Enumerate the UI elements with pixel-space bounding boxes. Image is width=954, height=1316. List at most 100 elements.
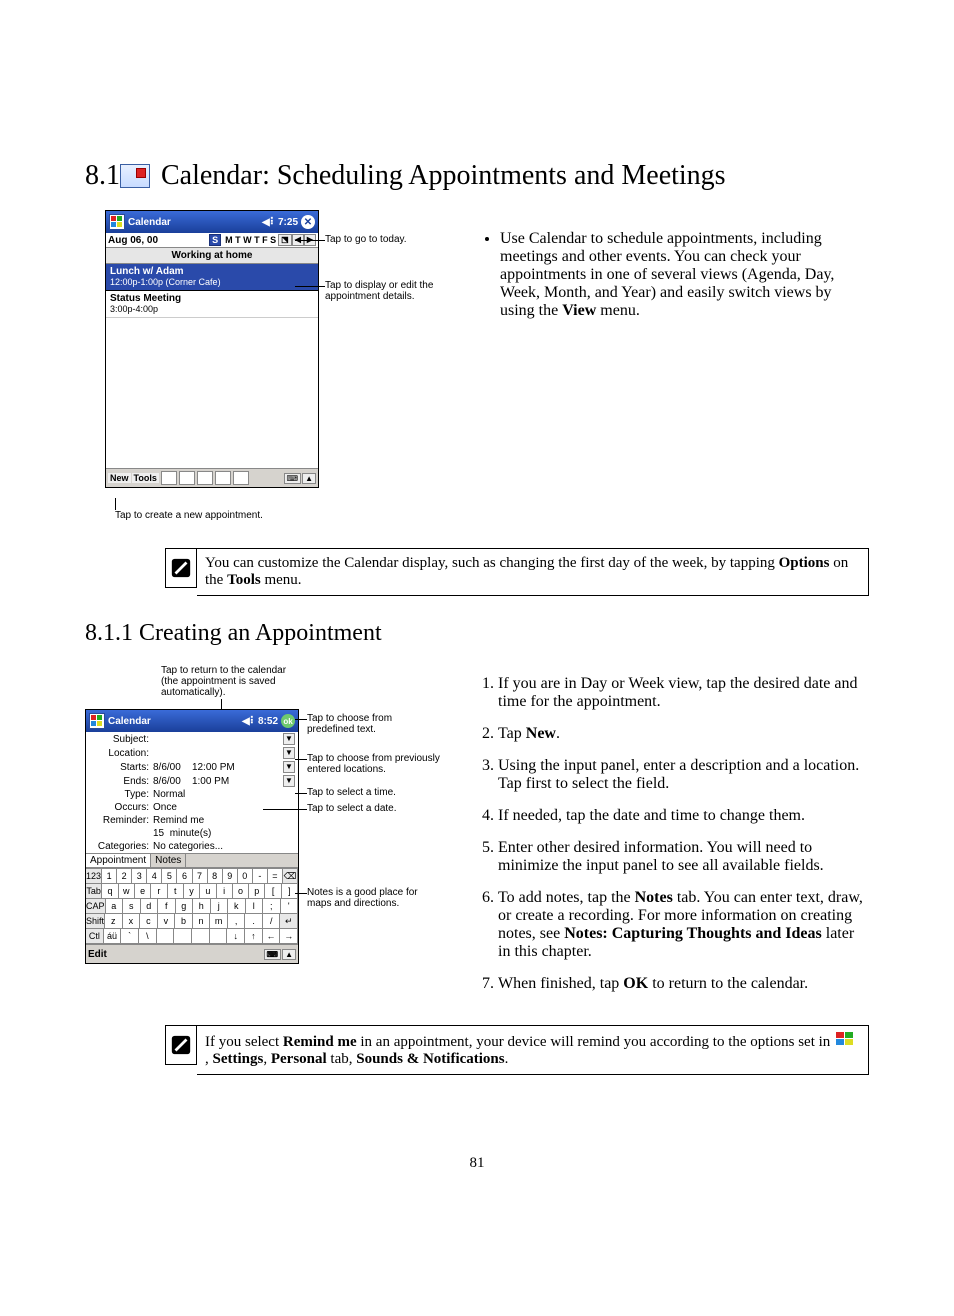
sip-icon[interactable]: ⌨ — [284, 473, 302, 484]
menu-up-icon[interactable]: ▲ — [282, 949, 296, 960]
key[interactable] — [174, 929, 192, 944]
key[interactable]: v — [158, 914, 176, 929]
key[interactable]: c — [140, 914, 158, 929]
dropdown-icon[interactable]: ▼ — [283, 747, 295, 759]
soft-keyboard[interactable]: 1231234567890-=⌫ Tabqwertyuiop[] CAPasdf… — [86, 868, 298, 944]
new-button[interactable]: New — [108, 473, 131, 483]
current-date[interactable]: Aug 06, 00 — [108, 235, 158, 246]
key[interactable]: 9 — [223, 869, 238, 884]
key[interactable]: 4 — [147, 869, 162, 884]
allday-banner[interactable]: Working at home — [106, 248, 318, 264]
ends-date[interactable]: 8/6/00 — [153, 776, 181, 787]
key[interactable]: a — [106, 899, 124, 914]
key[interactable]: / — [263, 914, 281, 929]
dropdown-icon[interactable]: ▼ — [283, 761, 295, 773]
key[interactable]: . — [245, 914, 263, 929]
key[interactable]: áü — [104, 929, 122, 944]
reminder-field[interactable]: Remind me — [153, 815, 295, 826]
dropdown-icon[interactable]: ▼ — [283, 775, 295, 787]
key[interactable]: Shift — [86, 914, 105, 929]
key[interactable]: ' — [281, 899, 299, 914]
key[interactable]: u — [200, 884, 216, 899]
view-day-icon[interactable] — [179, 471, 195, 485]
key[interactable]: d — [141, 899, 159, 914]
key[interactable]: g — [176, 899, 194, 914]
view-month-icon[interactable] — [215, 471, 231, 485]
key[interactable]: 5 — [162, 869, 177, 884]
appointment-item[interactable]: Status Meeting 3:00p-4:00p — [106, 291, 318, 318]
ends-time[interactable]: 1:00 PM — [192, 776, 229, 787]
key[interactable]: m — [210, 914, 228, 929]
key[interactable]: ⌫ — [283, 869, 298, 884]
menu-up-icon[interactable]: ▲ — [302, 473, 316, 484]
key[interactable]: \ — [139, 929, 157, 944]
key[interactable]: e — [135, 884, 151, 899]
view-week-icon[interactable] — [197, 471, 213, 485]
key[interactable]: 2 — [117, 869, 132, 884]
key[interactable]: 6 — [177, 869, 192, 884]
key[interactable]: y — [184, 884, 200, 899]
key[interactable]: j — [211, 899, 229, 914]
key[interactable]: Ctl — [86, 929, 104, 944]
key[interactable]: ↑ — [245, 929, 263, 944]
key[interactable] — [192, 929, 210, 944]
sip-icon[interactable]: ⌨ — [264, 949, 282, 960]
appointment-item[interactable]: Lunch w/ Adam 12:00p-1:00p (Corner Cafe) — [106, 264, 318, 291]
key[interactable]: q — [102, 884, 118, 899]
key[interactable]: 1 — [102, 869, 117, 884]
tab-notes[interactable]: Notes — [151, 854, 186, 867]
key[interactable]: = — [268, 869, 283, 884]
key[interactable] — [210, 929, 228, 944]
key[interactable]: n — [193, 914, 211, 929]
key[interactable]: Tab — [86, 884, 102, 899]
view-agenda-icon[interactable] — [161, 471, 177, 485]
key[interactable]: f — [158, 899, 176, 914]
key[interactable]: 7 — [193, 869, 208, 884]
key[interactable]: p — [249, 884, 265, 899]
key[interactable]: [ — [265, 884, 281, 899]
key[interactable]: ] — [282, 884, 298, 899]
key[interactable]: ↵ — [280, 914, 298, 929]
key[interactable]: b — [175, 914, 193, 929]
key[interactable]: s — [123, 899, 141, 914]
occurs-field[interactable]: Once — [153, 802, 295, 813]
key[interactable]: → — [280, 929, 298, 944]
key[interactable]: 0 — [238, 869, 253, 884]
ok-icon[interactable]: ok — [281, 714, 295, 728]
categories-field[interactable]: No categories... — [153, 841, 295, 852]
dropdown-icon[interactable]: ▼ — [283, 733, 295, 745]
reminder-minutes[interactable]: 15 minute(s) — [153, 828, 295, 839]
key[interactable]: ` — [121, 929, 139, 944]
key[interactable]: t — [168, 884, 184, 899]
view-year-icon[interactable] — [233, 471, 249, 485]
key[interactable]: , — [228, 914, 246, 929]
type-field[interactable]: Normal — [153, 789, 295, 800]
key[interactable]: z — [105, 914, 123, 929]
close-icon[interactable]: ✕ — [301, 215, 315, 229]
key[interactable]: x — [123, 914, 141, 929]
key[interactable]: 8 — [208, 869, 223, 884]
today-button[interactable]: ⬔ — [278, 234, 292, 246]
key[interactable]: w — [119, 884, 135, 899]
dow-selected[interactable]: S — [209, 234, 221, 246]
key[interactable]: i — [217, 884, 233, 899]
key[interactable]: ← — [263, 929, 281, 944]
key[interactable]: 123 — [86, 869, 102, 884]
key[interactable]: o — [233, 884, 249, 899]
starts-time[interactable]: 12:00 PM — [192, 762, 235, 773]
key[interactable]: 3 — [132, 869, 147, 884]
key[interactable]: CAP — [86, 899, 106, 914]
dow-rest[interactable]: M T W T F S — [225, 235, 276, 245]
key[interactable] — [157, 929, 175, 944]
starts-date[interactable]: 8/6/00 — [153, 762, 181, 773]
key[interactable]: r — [151, 884, 167, 899]
key[interactable]: - — [253, 869, 268, 884]
edit-button[interactable]: Edit — [88, 949, 107, 960]
tab-appointment[interactable]: Appointment — [86, 854, 151, 867]
key[interactable]: k — [228, 899, 246, 914]
key[interactable]: h — [193, 899, 211, 914]
key[interactable]: l — [246, 899, 264, 914]
tools-button[interactable]: Tools — [132, 473, 159, 483]
key[interactable]: ↓ — [227, 929, 245, 944]
key[interactable]: ; — [263, 899, 281, 914]
